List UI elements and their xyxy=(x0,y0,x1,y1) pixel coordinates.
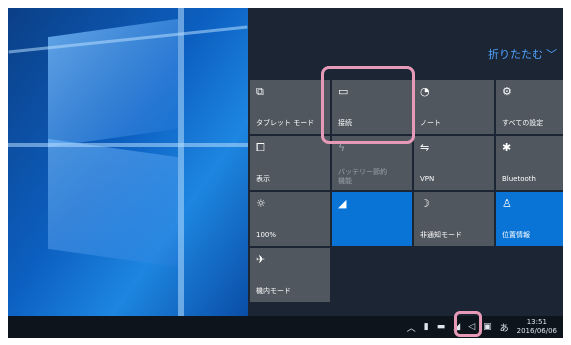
chevron-down-icon: ﹀ xyxy=(546,48,557,61)
collapse-button[interactable]: 折りたたむ ﹀ xyxy=(488,46,557,62)
collapse-label: 折りたたむ xyxy=(488,48,543,61)
desktop-wallpaper xyxy=(8,8,248,316)
clock-date: 2016/06/06 xyxy=(516,327,557,335)
settings-icon: ⚙ xyxy=(502,85,512,98)
bluetooth-icon: ✱ xyxy=(502,141,512,154)
tile-label: タブレット モード xyxy=(256,119,315,127)
keyboard-icon[interactable]: ▬ xyxy=(437,322,446,332)
wifi-icon: ◢ xyxy=(338,197,347,210)
tile-label: VPN xyxy=(420,175,435,183)
quiet-hours-icon: ☽ xyxy=(420,197,430,210)
highlight-connect-tile xyxy=(321,66,415,144)
brightness-icon: ☼ xyxy=(256,197,266,210)
clock-time: 13:51 xyxy=(526,318,547,326)
tile-tablet-mode[interactable]: ⧉ タブレット モード xyxy=(250,80,330,134)
tile-quiet-hours[interactable]: ☽ 非通知モード xyxy=(414,192,494,246)
notification-icon[interactable]: ▣ xyxy=(483,322,492,332)
action-center-panel: 折りたたむ ﹀ ⧉ タブレット モード ▭ 接続 ◔ ノート ⚙ すべての設定 … xyxy=(248,8,563,316)
note-icon: ◔ xyxy=(420,85,430,98)
tile-vpn[interactable]: ⇋ VPN xyxy=(414,136,494,190)
tile-label: 表示 xyxy=(256,175,270,183)
ime-icon[interactable]: あ xyxy=(500,321,509,334)
vpn-icon: ⇋ xyxy=(420,141,430,154)
airplane-mode-icon: ✈ xyxy=(256,253,266,266)
chevron-up-icon[interactable]: ︿ xyxy=(407,321,416,334)
tile-label: バッテリー節約機能 xyxy=(338,168,387,185)
highlight-notification-icon xyxy=(454,311,482,337)
tile-project[interactable]: ⧠ 表示 xyxy=(250,136,330,190)
tile-label: Bluetooth xyxy=(502,175,536,183)
location-icon: ♙ xyxy=(502,197,512,210)
project-icon: ⧠ xyxy=(256,141,265,154)
tile-label: 位置情報 xyxy=(502,231,530,239)
tile-bluetooth[interactable]: ✱ Bluetooth xyxy=(496,136,563,190)
tile-wifi[interactable]: ◢ xyxy=(332,192,412,246)
tablet-mode-icon: ⧉ xyxy=(256,85,264,98)
screen: 折りたたむ ﹀ ⧉ タブレット モード ▭ 接続 ◔ ノート ⚙ すべての設定 … xyxy=(8,8,563,338)
tile-label: 機内モード xyxy=(256,287,291,295)
tile-airplane-mode[interactable]: ✈ 機内モード xyxy=(250,248,330,302)
tile-location[interactable]: ♙ 位置情報 xyxy=(496,192,563,246)
tile-brightness[interactable]: ☼ 100% xyxy=(250,192,330,246)
tile-label: すべての設定 xyxy=(502,119,544,127)
tile-label: 非通知モード xyxy=(420,231,462,239)
tile-battery-saver[interactable]: ϟ バッテリー節約機能 xyxy=(332,136,412,190)
clock[interactable]: 13:51 2016/06/06 xyxy=(517,318,557,336)
tile-label: ノート xyxy=(420,119,441,127)
tile-all-settings[interactable]: ⚙ すべての設定 xyxy=(496,80,563,134)
battery-icon[interactable]: ▮ xyxy=(424,322,429,332)
tile-label: 100% xyxy=(256,231,277,239)
tile-note[interactable]: ◔ ノート xyxy=(414,80,494,134)
